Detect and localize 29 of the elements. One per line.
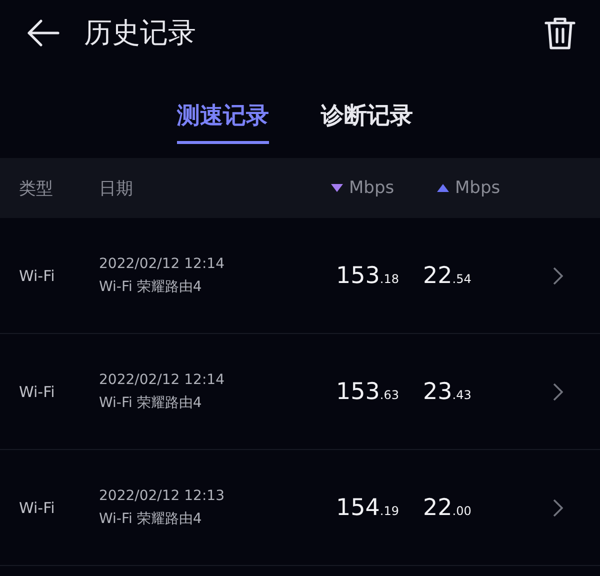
column-header: Mbps xyxy=(455,178,500,198)
trash-icon[interactable] xyxy=(544,16,576,50)
network-name: Wi-Fi 荣耀路由4 xyxy=(99,278,203,296)
table-cell-text: Wi-Fi xyxy=(18,266,56,284)
column-header: 日期 xyxy=(99,178,133,200)
tab[interactable]: 诊断记录 xyxy=(321,99,413,144)
chevron-icon[interactable] xyxy=(553,266,563,284)
upload-triangle-icon xyxy=(437,184,449,192)
table-cell-text: Wi-Fi xyxy=(18,382,56,400)
table-cell-text: Wi-Fi xyxy=(18,498,56,516)
page-title: 历史记录 xyxy=(84,14,197,50)
download-speed: 154.19 xyxy=(335,494,400,520)
network-name: Wi-Fi 荣耀路由4 xyxy=(99,394,203,412)
network-name: Wi-Fi 荣耀路由4 xyxy=(99,510,203,528)
upload-speed: 23.43 xyxy=(423,378,472,404)
column-header: Mbps xyxy=(349,178,394,198)
download-triangle-icon xyxy=(331,184,343,192)
date-text: 2022/02/12 12:14 xyxy=(99,372,226,388)
upload-speed: 22.54 xyxy=(423,262,472,288)
chevron-icon[interactable] xyxy=(553,382,563,400)
date-text: 2022/02/12 12:14 xyxy=(99,256,226,272)
column-header: 类型 xyxy=(19,178,53,200)
tab[interactable]: 测速记录 xyxy=(177,99,269,144)
back-icon[interactable] xyxy=(26,18,60,46)
upload-speed: 22.00 xyxy=(423,494,472,520)
download-speed: 153.18 xyxy=(335,262,400,288)
download-speed: 153.63 xyxy=(335,378,400,404)
date-text: 2022/02/12 12:13 xyxy=(99,488,226,504)
chevron-icon[interactable] xyxy=(553,498,563,516)
